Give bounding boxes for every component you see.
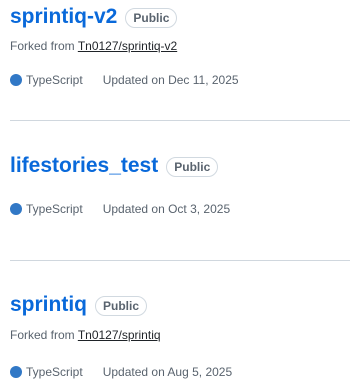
repository-meta: TypeScript Updated on Aug 5, 2025 bbox=[10, 364, 232, 380]
updated-date: Updated on Oct 3, 2025 bbox=[102, 202, 231, 216]
language-label: TypeScript bbox=[26, 202, 83, 216]
forked-from-label: Forked from bbox=[10, 328, 78, 342]
language-color-dot bbox=[10, 366, 22, 378]
divider bbox=[10, 260, 350, 261]
repository-meta: TypeScript Updated on Oct 3, 2025 bbox=[10, 201, 230, 217]
visibility-badge: Public bbox=[125, 7, 178, 28]
updated-date: Updated on Dec 11, 2025 bbox=[102, 73, 239, 87]
forked-from-label: Forked from bbox=[10, 39, 78, 53]
forked-from-text: Forked from Tn0127/sprintiq-v2 bbox=[10, 38, 177, 54]
visibility-badge: Public bbox=[166, 156, 219, 177]
repository-title-row: sprintiq-v2 Public bbox=[10, 4, 178, 30]
repository-name-link[interactable]: lifestories_test bbox=[10, 153, 158, 179]
forked-from-text: Forked from Tn0127/sprintiq bbox=[10, 327, 161, 343]
language-label: TypeScript bbox=[26, 365, 83, 379]
repository-list: sprintiq-v2 Public Forked from Tn0127/sp… bbox=[0, 0, 360, 381]
forked-from-link[interactable]: Tn0127/sprintiq bbox=[78, 328, 161, 342]
visibility-badge: Public bbox=[95, 295, 148, 316]
forked-from-link[interactable]: Tn0127/sprintiq-v2 bbox=[78, 39, 177, 53]
updated-date: Updated on Aug 5, 2025 bbox=[102, 365, 233, 379]
repository-name-link[interactable]: sprintiq-v2 bbox=[10, 4, 117, 30]
language-color-dot bbox=[10, 203, 22, 215]
repository-name-link[interactable]: sprintiq bbox=[10, 292, 87, 318]
repository-title-row: lifestories_test Public bbox=[10, 153, 219, 179]
divider bbox=[10, 120, 350, 121]
repository-title-row: sprintiq Public bbox=[10, 292, 148, 318]
language-color-dot bbox=[10, 74, 22, 86]
repository-meta: TypeScript Updated on Dec 11, 2025 bbox=[10, 72, 239, 88]
language-label: TypeScript bbox=[26, 73, 83, 87]
